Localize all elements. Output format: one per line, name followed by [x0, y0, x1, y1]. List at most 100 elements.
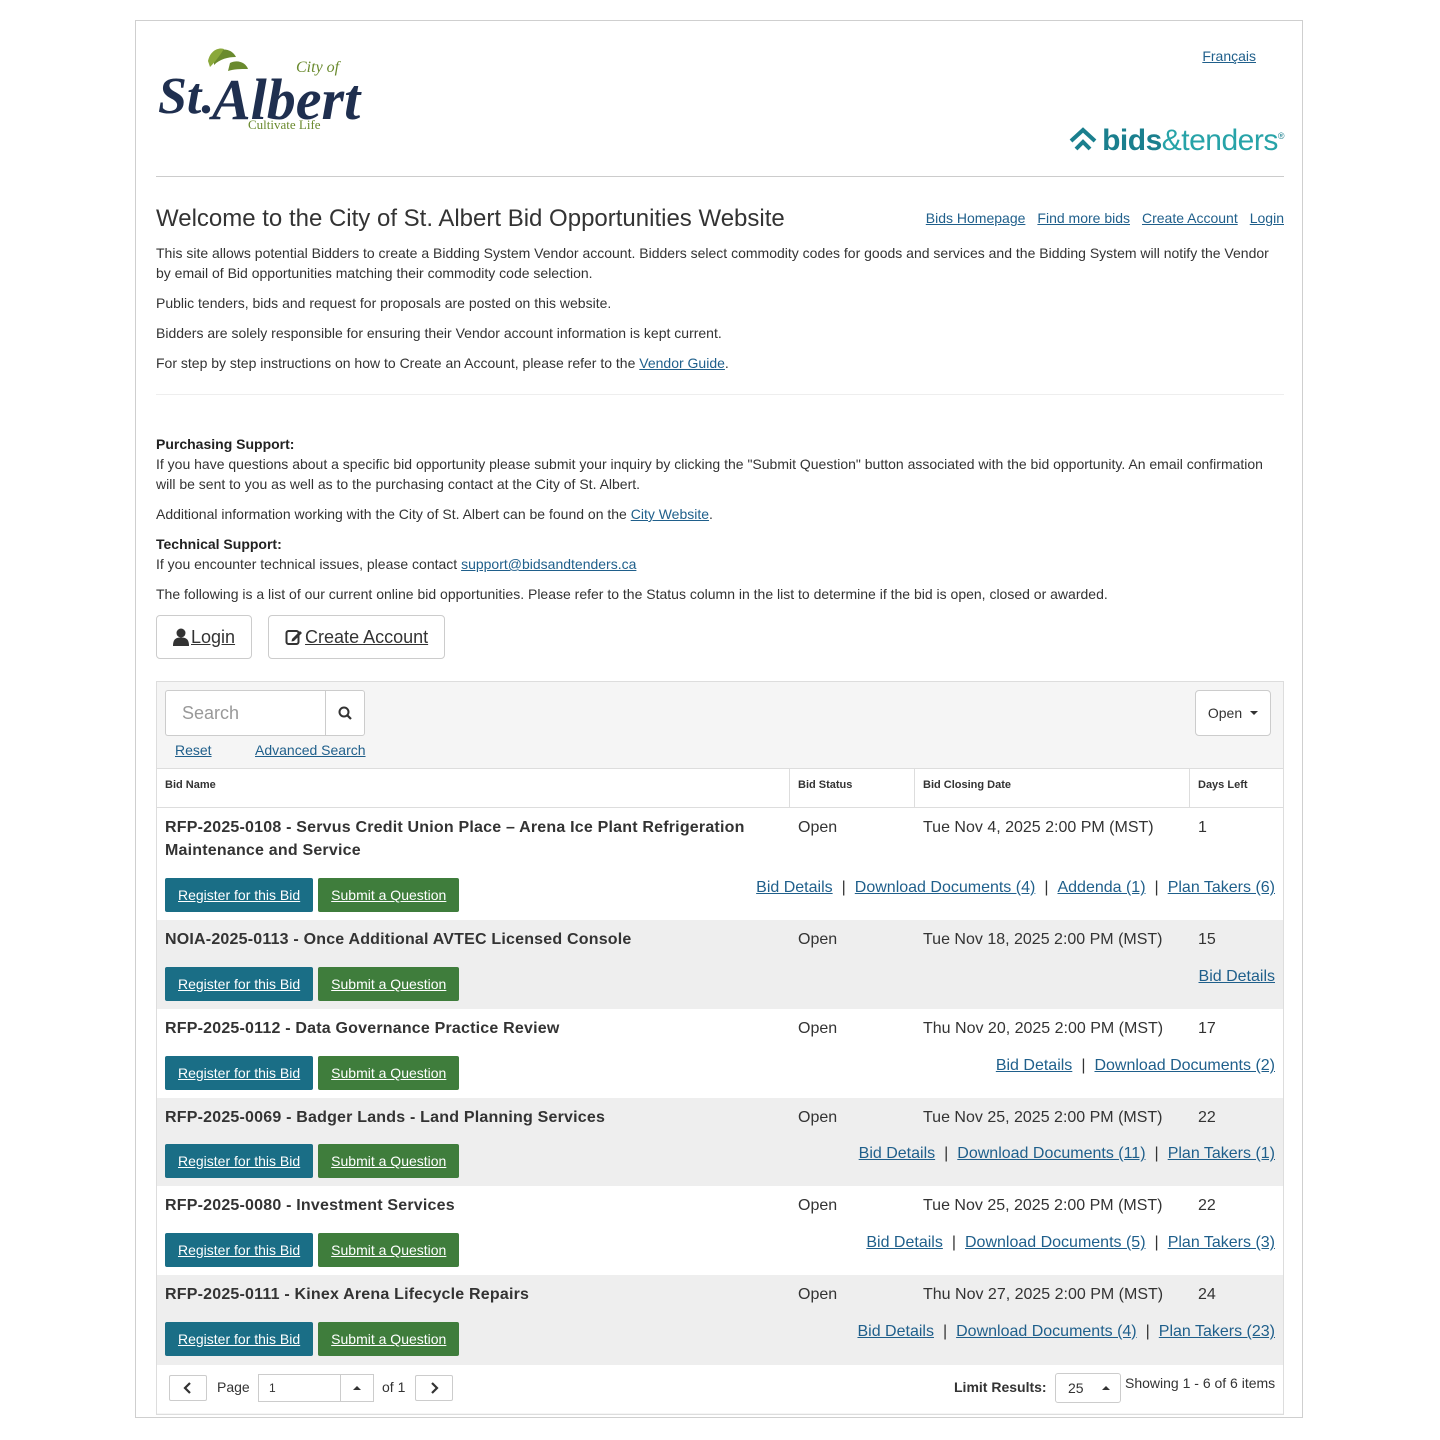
register-bid-button[interactable]: Register for this Bid — [165, 1322, 314, 1356]
col-bid-status[interactable]: Bid Status — [790, 769, 915, 807]
caret-up-icon[interactable] — [1102, 1386, 1110, 1390]
limit-results-input[interactable]: 25 — [1055, 1373, 1121, 1403]
col-closing-date[interactable]: Bid Closing Date — [915, 769, 1190, 807]
chevron-right-icon — [431, 1382, 439, 1394]
addenda-link[interactable]: Addenda (1) — [1057, 879, 1145, 897]
row-actions: Register for this Bid Submit a Question — [165, 878, 460, 912]
purchasing-support: Purchasing Support: If you have question… — [156, 434, 1284, 494]
submit-question-button[interactable]: Submit a Question — [318, 1322, 460, 1356]
nav-create-account[interactable]: Create Account — [1142, 210, 1238, 226]
table-row: NOIA-2025-0113 - Once Additional AVTEC L… — [157, 920, 1283, 1009]
download-documents-link[interactable]: Download Documents (2) — [1094, 1057, 1275, 1075]
city-logo[interactable]: St. Albert City of Cultivate Life — [156, 43, 376, 133]
prev-page-button[interactable] — [169, 1375, 207, 1401]
login-button[interactable]: Login — [156, 615, 253, 659]
bid-days-left: 15 — [1198, 931, 1216, 948]
support-email-link[interactable]: support@bidsandtenders.ca — [461, 556, 636, 572]
page-number-input[interactable]: 1 — [258, 1374, 374, 1402]
row-links: Bid Details | Download Documents (2) — [995, 1057, 1275, 1075]
nav-login[interactable]: Login — [1250, 210, 1284, 226]
bid-details-link[interactable]: Bid Details — [866, 1234, 942, 1252]
submit-question-button[interactable]: Submit a Question — [318, 1233, 460, 1267]
submit-question-button[interactable]: Submit a Question — [318, 967, 460, 1001]
language-link[interactable]: Français — [1202, 48, 1256, 64]
top-nav: Bids Homepage Find more bids Create Acco… — [926, 210, 1284, 226]
table-row: RFP-2025-0108 - Servus Credit Union Plac… — [157, 808, 1283, 920]
col-days-left[interactable]: Days Left — [1190, 769, 1283, 807]
showing-items-text: Showing 1 - 6 of 6 items — [1125, 1375, 1276, 1391]
status-filter-dropdown[interactable]: Open — [1195, 690, 1271, 736]
chevron-left-icon — [183, 1382, 191, 1394]
bid-status: Open — [798, 1286, 838, 1303]
additional-info: Additional information working with the … — [156, 506, 713, 522]
plan-takers-link[interactable]: Plan Takers (6) — [1168, 879, 1275, 897]
submit-question-button[interactable]: Submit a Question — [318, 1056, 460, 1090]
row-actions: Register for this Bid Submit a Question — [165, 1056, 460, 1090]
nav-find-more-bids[interactable]: Find more bids — [1037, 210, 1130, 226]
create-account-button[interactable]: Create Account — [268, 615, 446, 659]
intro-paragraph-3: Bidders are solely responsible for ensur… — [156, 325, 722, 341]
nav-bids-homepage[interactable]: Bids Homepage — [926, 210, 1026, 226]
advanced-search-link[interactable]: Advanced Search — [255, 742, 366, 758]
bid-name: RFP-2025-0111 - Kinex Arena Lifecycle Re… — [165, 1286, 530, 1303]
bid-name: RFP-2025-0080 - Investment Services — [165, 1197, 455, 1214]
register-bid-button[interactable]: Register for this Bid — [165, 1056, 314, 1090]
download-documents-link[interactable]: Download Documents (5) — [965, 1234, 1146, 1252]
section-divider — [156, 394, 1284, 395]
city-website-link[interactable]: City Website — [631, 506, 709, 522]
bid-details-link[interactable]: Bid Details — [1199, 968, 1275, 986]
next-page-button[interactable] — [415, 1375, 453, 1401]
plan-takers-link[interactable]: Plan Takers (3) — [1168, 1234, 1275, 1252]
bt-wordmark: bids&tenders® — [1102, 124, 1284, 157]
row-actions: Register for this Bid Submit a Question — [165, 1144, 460, 1178]
caret-down-icon — [1250, 711, 1259, 715]
technical-heading: Technical Support: — [156, 536, 282, 552]
bid-name: RFP-2025-0108 - Servus Credit Union Plac… — [165, 819, 745, 859]
search-button[interactable] — [325, 690, 365, 736]
search-input[interactable]: Search — [165, 690, 325, 736]
page-count: of 1 — [382, 1379, 406, 1395]
submit-question-button[interactable]: Submit a Question — [318, 878, 460, 912]
table-header: Bid Name Bid Status Bid Closing Date Day… — [157, 768, 1283, 808]
col-bid-name[interactable]: Bid Name — [157, 769, 790, 807]
bid-closing-date: Thu Nov 20, 2025 2:00 PM (MST) — [923, 1020, 1164, 1037]
bid-closing-date: Tue Nov 25, 2025 2:00 PM (MST) — [923, 1197, 1163, 1214]
bid-details-link[interactable]: Bid Details — [859, 1145, 935, 1163]
bid-details-link[interactable]: Bid Details — [857, 1323, 933, 1341]
edit-icon — [285, 628, 303, 646]
bids-grid: Search Reset Advanced Search Open Bid Na… — [156, 681, 1284, 1415]
account-buttons: Login Create Account — [156, 615, 446, 659]
register-bid-button[interactable]: Register for this Bid — [165, 967, 314, 1001]
page-spinner[interactable] — [340, 1375, 373, 1401]
bid-closing-date: Thu Nov 27, 2025 2:00 PM (MST) — [923, 1286, 1164, 1303]
limit-results-label: Limit Results: — [954, 1379, 1047, 1395]
bid-closing-date: Tue Nov 18, 2025 2:00 PM (MST) — [923, 931, 1163, 948]
download-documents-link[interactable]: Download Documents (4) — [855, 879, 1036, 897]
bid-name: RFP-2025-0112 - Data Governance Practice… — [165, 1020, 560, 1037]
user-icon — [173, 628, 189, 646]
plan-takers-link[interactable]: Plan Takers (23) — [1159, 1323, 1275, 1341]
page-label: Page — [217, 1379, 250, 1395]
intro-paragraph-2: Public tenders, bids and request for pro… — [156, 295, 612, 311]
reset-link[interactable]: Reset — [175, 742, 212, 758]
register-bid-button[interactable]: Register for this Bid — [165, 1233, 314, 1267]
pagination-bar: Page 1 of 1 Limit Results: 25 Showing 1 … — [157, 1365, 1283, 1413]
bids-tenders-logo[interactable]: bids&tenders® — [1068, 123, 1285, 159]
intro-paragraph-4: For step by step instructions on how to … — [156, 355, 729, 371]
vendor-guide-link[interactable]: Vendor Guide — [639, 355, 725, 371]
download-documents-link[interactable]: Download Documents (4) — [956, 1323, 1137, 1341]
submit-question-button[interactable]: Submit a Question — [318, 1144, 460, 1178]
bid-details-link[interactable]: Bid Details — [756, 879, 832, 897]
bid-name: NOIA-2025-0113 - Once Additional AVTEC L… — [165, 931, 632, 948]
logo-city-of: City of — [296, 59, 342, 76]
intro-paragraph-1: This site allows potential Bidders to cr… — [156, 245, 1269, 281]
bid-days-left: 22 — [1198, 1109, 1216, 1126]
bid-details-link[interactable]: Bid Details — [996, 1057, 1072, 1075]
bid-days-left: 1 — [1198, 819, 1207, 836]
register-bid-button[interactable]: Register for this Bid — [165, 878, 314, 912]
plan-takers-link[interactable]: Plan Takers (1) — [1168, 1145, 1275, 1163]
bt-chevron-icon — [1069, 127, 1097, 151]
download-documents-link[interactable]: Download Documents (11) — [957, 1145, 1145, 1163]
header-divider — [156, 176, 1284, 177]
register-bid-button[interactable]: Register for this Bid — [165, 1144, 314, 1178]
